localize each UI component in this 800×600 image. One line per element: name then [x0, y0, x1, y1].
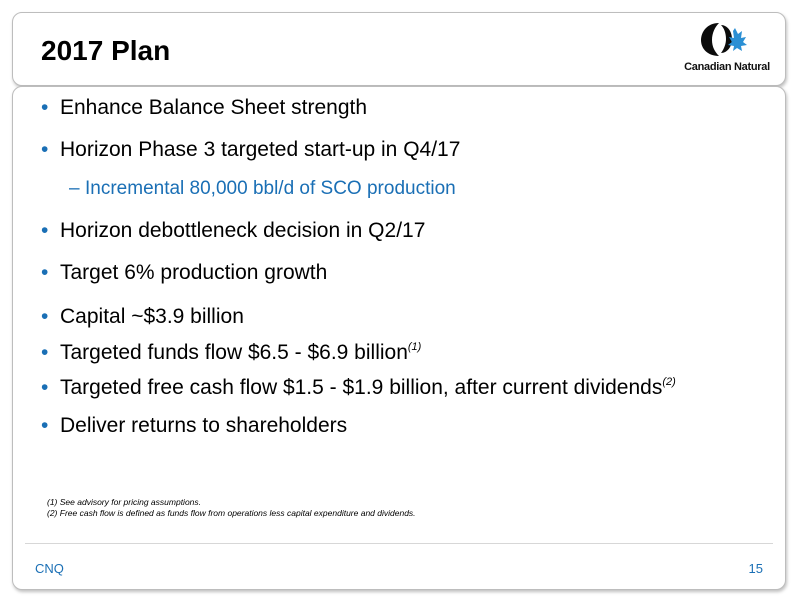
slide-title: 2017 Plan [41, 35, 171, 66]
footnote-1: (1) See advisory for pricing assumptions… [47, 497, 202, 507]
sub-bullet-text: Incremental 80,000 bbl/d of SCO producti… [85, 178, 456, 199]
bullet-icon: • [41, 138, 49, 161]
footnote-ref: (1) [407, 341, 422, 353]
bullet-item-balance-sheet: • Enhance Balance Sheet strength [41, 95, 676, 121]
footnotes: (1) See advisory for pricing assumptions… [47, 497, 416, 519]
bullet-icon: • [41, 305, 49, 328]
bullet-text: Deliver returns to shareholders [60, 414, 348, 437]
company-logo: Canadian Natural [673, 19, 781, 79]
bullet-item-production-growth: • Target 6% production growth [41, 260, 676, 286]
bullet-text: Capital ~$3.9 billion [60, 305, 244, 328]
footnote-ref: (2) [662, 376, 676, 388]
bullet-text: Enhance Balance Sheet strength [60, 96, 368, 119]
bullet-text: Targeted funds flow $6.5 - $6.9 billion [60, 341, 408, 364]
bullet-icon: • [41, 414, 49, 437]
bullet-item-debottleneck: • Horizon debottleneck decision in Q2/17 [41, 218, 676, 244]
bullet-icon: • [41, 219, 49, 242]
bullet-item-capital: • Capital ~$3.9 billion [41, 304, 676, 330]
bullet-icon: • [41, 261, 49, 284]
slide: 2017 Plan Canadian Natural • Enhance Bal… [0, 0, 800, 600]
footnote-2: (2) Free cash flow is defined as funds f… [47, 508, 416, 518]
footer-ticker: CNQ [35, 561, 64, 576]
bullet-list: • Enhance Balance Sheet strength • Horiz… [41, 93, 676, 439]
bullet-icon: • [41, 96, 49, 119]
canadian-natural-logo-icon [701, 23, 747, 56]
footer-divider [25, 543, 773, 544]
bullet-text: Horizon debottleneck decision in Q2/17 [60, 219, 426, 242]
title-panel: 2017 Plan Canadian Natural [12, 12, 786, 86]
logo-text: Canadian Natural [684, 61, 770, 73]
bullet-text: Targeted free cash flow $1.5 - $1.9 bill… [60, 376, 663, 399]
sub-bullet-item-incremental-sco: – Incremental 80,000 bbl/d of SCO produc… [41, 177, 676, 201]
bullet-text: Target 6% production growth [60, 261, 328, 284]
bullet-item-funds-flow: • Targeted funds flow $6.5 - $6.9 billio… [41, 340, 676, 366]
bullet-item-free-cash-flow: • Targeted free cash flow $1.5 - $1.9 bi… [41, 375, 676, 401]
dash-icon: – [69, 178, 80, 199]
bullet-text: Horizon Phase 3 targeted start-up in Q4/… [60, 138, 461, 161]
page-number: 15 [748, 561, 763, 576]
bullet-icon: • [41, 341, 49, 364]
bullet-item-horizon-phase-3: • Horizon Phase 3 targeted start-up in Q… [41, 137, 676, 163]
content-panel: • Enhance Balance Sheet strength • Horiz… [12, 86, 786, 590]
bullet-item-shareholder-returns: • Deliver returns to shareholders [41, 413, 676, 439]
bullet-icon: • [41, 376, 49, 399]
